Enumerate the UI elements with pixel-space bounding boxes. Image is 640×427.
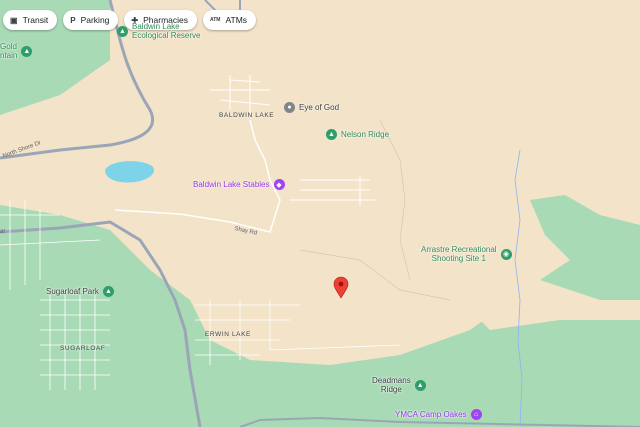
gold-mountain-label-1: Gold — [0, 42, 17, 51]
deadmans-ridge-label-1: Deadmans — [372, 376, 411, 385]
poi-ecological-reserve[interactable]: ▲ Baldwin Lake Ecological Reserve — [117, 22, 200, 40]
ymca-label: YMCA Camp Oakes — [395, 410, 467, 419]
eye-of-god-label: Eye of God — [299, 103, 340, 112]
ecological-reserve-label-1: Baldwin Lake — [132, 22, 180, 31]
poi-eye-of-god[interactable]: ● Eye of God — [284, 102, 339, 113]
park-icon: ▲ — [21, 45, 33, 57]
area-erwin-lake: ERWIN LAKE — [205, 331, 251, 338]
stables-label: Baldwin Lake Stables — [193, 180, 270, 189]
deadmans-ridge-label-2: Ridge — [380, 385, 402, 394]
chip-atms[interactable]: ATM ATMs — [203, 10, 257, 30]
chip-parking[interactable]: P Parking — [63, 10, 119, 30]
poi-baldwin-lake-stables[interactable]: Baldwin Lake Stables ◆ — [193, 179, 285, 190]
nelson-ridge-label: Nelson Ridge — [341, 130, 390, 139]
street-grid-east — [290, 175, 375, 205]
poi-arrastre-shooting-site[interactable]: Arrastre Recreational Shooting Site 1 ◉ — [421, 245, 512, 263]
ecological-reserve-label-2: Ecological Reserve — [132, 31, 201, 40]
gold-mountain-label-2: ntain — [0, 51, 18, 60]
poi-gold-mountain[interactable]: Gold ntain ▲ — [0, 42, 33, 60]
parking-icon: P — [70, 15, 76, 25]
poi-deadmans-ridge[interactable]: Deadmans Ridge ▲ — [372, 376, 426, 394]
park-icon: ▲ — [326, 129, 337, 140]
poi-ymca-camp-oakes[interactable]: YMCA Camp Oakes ⌂ — [395, 409, 482, 420]
area-baldwin-lake: BALDWIN LAKE — [219, 112, 275, 119]
road-label-edge: ar — [0, 229, 6, 235]
arrastre-label-1: Arrastre Recreational — [421, 245, 497, 254]
landmark-icon: ● — [284, 102, 295, 113]
chip-atms-label: ATMs — [225, 15, 248, 25]
park-icon: ▲ — [414, 379, 426, 391]
transit-icon: ▣ — [10, 15, 18, 25]
area-sugarloaf: SUGARLOAF — [60, 345, 106, 352]
park-icon: ▲ — [102, 286, 114, 297]
poi-sugarloaf-park[interactable]: Sugarloaf Park ▲ — [46, 286, 114, 297]
map-canvas[interactable] — [0, 0, 640, 427]
stables-icon: ◆ — [273, 179, 285, 190]
camp-icon: ⌂ — [470, 409, 482, 420]
arrastre-label-2: Shooting Site 1 — [431, 254, 486, 263]
atm-icon: ATM — [210, 17, 221, 23]
poi-nelson-ridge[interactable]: ▲ Nelson Ridge — [326, 129, 389, 140]
chip-parking-label: Parking — [80, 15, 110, 25]
park-icon: ▲ — [117, 25, 128, 37]
park-icon: ◉ — [500, 248, 512, 260]
chip-transit[interactable]: ▣ Transit — [3, 10, 58, 30]
sugarloaf-park-label: Sugarloaf Park — [46, 287, 99, 296]
chip-transit-label: Transit — [22, 15, 49, 25]
